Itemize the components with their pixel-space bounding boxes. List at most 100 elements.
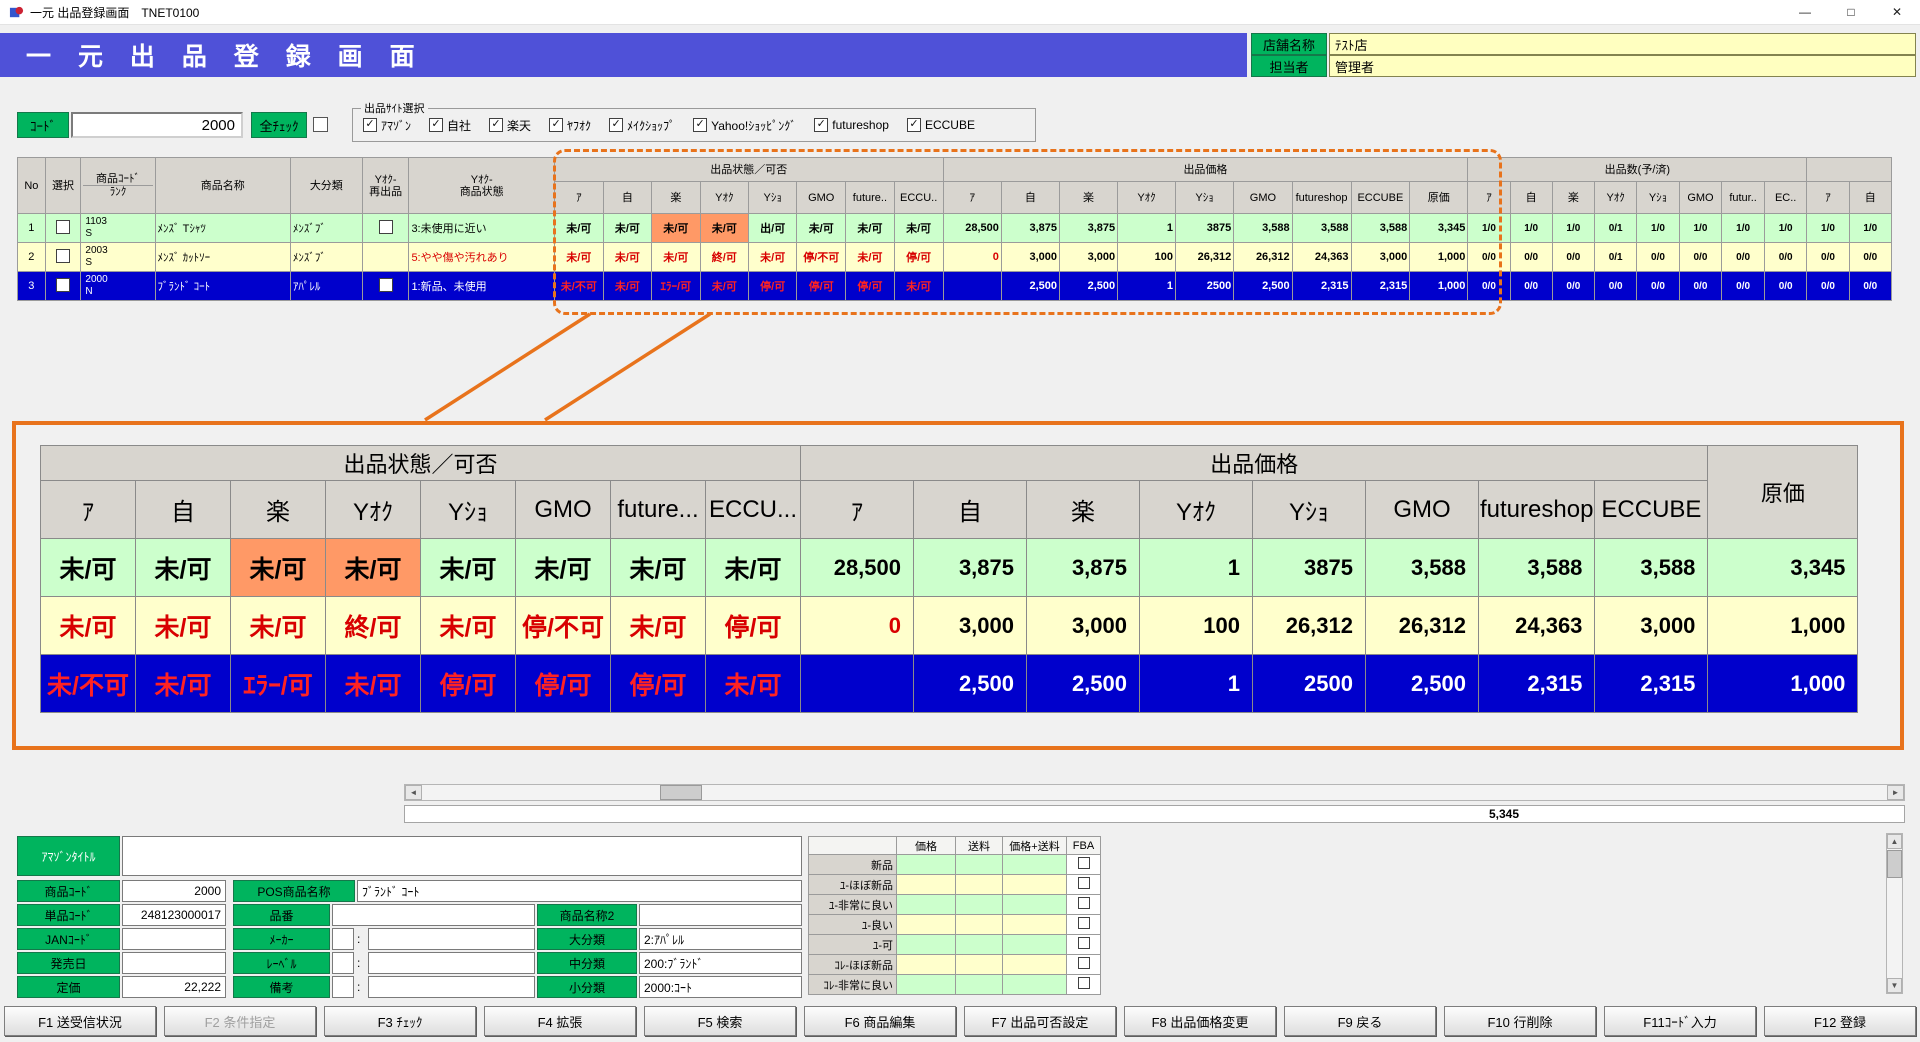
label-field[interactable] [368,952,535,974]
relist-checkbox[interactable] [379,278,393,292]
scroll-down-arrow-icon[interactable]: ▼ [1887,978,1902,993]
shipping-cell[interactable] [956,955,1003,975]
checkbox-checked-icon[interactable]: ✓ [907,118,921,132]
site-rakuten[interactable]: ✓楽天 [489,117,531,134]
price-cell[interactable] [897,915,956,935]
remarks-code-field[interactable] [332,976,354,998]
f8-button[interactable]: F8 出品価格変更 [1124,1006,1276,1036]
unit-code-field[interactable]: 248123000017 [122,904,226,926]
maximize-button[interactable]: □ [1828,0,1874,24]
f2-button[interactable]: F2 条件指定 [164,1006,316,1036]
middle-category-field[interactable]: 200:ﾌﾞﾗﾝﾄﾞ [639,952,802,974]
f7-button[interactable]: F7 出品可否設定 [964,1006,1116,1036]
scrollbar-thumb[interactable] [1887,850,1902,878]
release-date-field[interactable] [122,952,226,974]
fba-checkbox[interactable] [1078,877,1090,889]
f5-button[interactable]: F5 検索 [644,1006,796,1036]
fba-checkbox[interactable] [1078,937,1090,949]
site-yahoo-shopping[interactable]: ✓Yahoo!ｼｮｯﾋﾟﾝｸﾞ [693,117,796,134]
site-eccube[interactable]: ✓ECCUBE [907,118,975,132]
checkbox-checked-icon[interactable]: ✓ [489,118,503,132]
check-all-checkbox[interactable] [313,117,328,132]
manager-field[interactable]: 管理者 [1329,55,1916,77]
shipping-cell[interactable] [956,855,1003,875]
site-futureshop[interactable]: ✓futureshop [814,118,889,132]
amazon-title-field[interactable] [122,836,802,876]
product-name2-field[interactable] [639,904,802,926]
fba-checkbox[interactable] [1078,857,1090,869]
price-shipping-cell[interactable] [1003,915,1067,935]
price-cell[interactable] [897,975,956,995]
scroll-left-arrow-icon[interactable]: ◄ [405,785,422,800]
relist-checkbox[interactable] [379,220,393,234]
price-shipping-cell[interactable] [1003,975,1067,995]
f6-button[interactable]: F6 商品編集 [804,1006,956,1036]
table-row-selected[interactable]: 3 2000N ﾌﾞﾗﾝﾄﾞ ｺｰﾄ ｱﾊﾟﾚﾙ 1:新品、未使用 未/不可 未… [18,272,1892,301]
shipping-cell[interactable] [956,895,1003,915]
f9-button[interactable]: F9 戻る [1284,1006,1436,1036]
site-makeshop[interactable]: ✓ﾒｲｸｼｮｯﾌﾟ [609,117,675,134]
price-cell[interactable] [897,855,956,875]
close-button[interactable]: ✕ [1874,0,1920,24]
checkbox-checked-icon[interactable]: ✓ [549,118,563,132]
shipping-cell[interactable] [956,935,1003,955]
code-button[interactable]: ｺｰﾄﾞ [17,112,69,138]
code-input[interactable] [71,112,243,138]
price-shipping-cell[interactable] [1003,875,1067,895]
price-cell[interactable] [897,935,956,955]
row-select-checkbox[interactable] [56,249,70,263]
maker-code-field[interactable] [332,928,354,950]
scroll-right-arrow-icon[interactable]: ► [1887,785,1904,800]
pos-name-field[interactable]: ﾌﾞﾗﾝﾄﾞ ｺｰﾄ [357,880,802,902]
jan-code-field[interactable] [122,928,226,950]
checkbox-checked-icon[interactable]: ✓ [609,118,623,132]
price-shipping-cell[interactable] [1003,935,1067,955]
checkbox-checked-icon[interactable]: ✓ [814,118,828,132]
table-row[interactable]: 2 2003S ﾒﾝｽﾞ ｶｯﾄｿｰ ﾒﾝｽﾞﾌﾞ 5:やや傷や汚れあり 未/可… [18,243,1892,272]
store-name-field[interactable]: ﾃｽﾄ店 [1329,33,1916,55]
price-cell[interactable] [897,955,956,975]
f1-button[interactable]: F1 送受信状況 [4,1006,156,1036]
row-select-checkbox[interactable] [56,220,70,234]
major-category-field[interactable]: 2:ｱﾊﾟﾚﾙ [639,928,802,950]
minor-category-field[interactable]: 2000:ｺｰﾄ [639,976,802,998]
fba-checkbox[interactable] [1078,897,1090,909]
relist-cell [362,243,409,272]
remarks-field[interactable] [368,976,535,998]
f10-button[interactable]: F10 行削除 [1444,1006,1596,1036]
fba-checkbox[interactable] [1078,957,1090,969]
f12-button[interactable]: F12 登録 [1764,1006,1916,1036]
part-number-field[interactable] [332,904,535,926]
site-amazon[interactable]: ✓ｱﾏｿﾞﾝ [363,117,411,134]
fba-checkbox[interactable] [1078,977,1090,989]
vertical-scrollbar[interactable]: ▲ ▼ [1886,833,1903,994]
price-shipping-cell[interactable] [1003,895,1067,915]
maker-field[interactable] [368,928,535,950]
f11-button[interactable]: F11ｺｰﾄﾞ入力 [1604,1006,1756,1036]
row-select-checkbox[interactable] [56,278,70,292]
site-yahoo-auction[interactable]: ✓ﾔﾌｵｸ [549,117,591,134]
price-cell[interactable] [897,895,956,915]
f4-button[interactable]: F4 拡張 [484,1006,636,1036]
table-row[interactable]: 1 1103S ﾒﾝｽﾞ Tｼｬﾂ ﾒﾝｽﾞﾌﾞ 3:未使用に近い 未/可 未/… [18,214,1892,243]
scroll-up-arrow-icon[interactable]: ▲ [1887,834,1902,849]
checkbox-checked-icon[interactable]: ✓ [363,118,377,132]
scrollbar-thumb[interactable] [660,785,702,800]
price-shipping-cell[interactable] [1003,955,1067,975]
site-own[interactable]: ✓自社 [429,117,471,134]
f3-button[interactable]: F3 ﾁｪｯｸ [324,1006,476,1036]
fba-checkbox[interactable] [1078,917,1090,929]
shipping-cell[interactable] [956,975,1003,995]
label-code-field[interactable] [332,952,354,974]
checkbox-checked-icon[interactable]: ✓ [693,118,707,132]
checkbox-checked-icon[interactable]: ✓ [429,118,443,132]
shipping-cell[interactable] [956,915,1003,935]
check-all-button[interactable]: 全ﾁｪｯｸ [251,112,307,138]
minimize-button[interactable]: — [1782,0,1828,24]
list-price-field[interactable]: 22,222 [122,976,226,998]
price-shipping-cell[interactable] [1003,855,1067,875]
horizontal-scrollbar[interactable]: ◄ ► [404,784,1905,801]
shipping-cell[interactable] [956,875,1003,895]
price-cell[interactable] [897,875,956,895]
product-code-field[interactable]: 2000 [122,880,226,902]
